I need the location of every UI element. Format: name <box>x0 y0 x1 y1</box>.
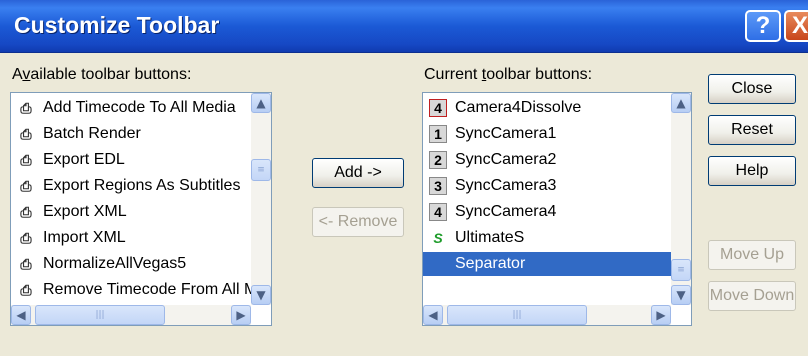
move-up-button[interactable]: Move Up <box>708 240 796 270</box>
current-list-item[interactable]: 2 SyncCamera2 <box>429 148 556 172</box>
script-icon: ⎙ <box>20 229 32 246</box>
available-list-item-label: Export XML <box>43 203 127 220</box>
move-down-button-label: Move Down <box>709 287 795 304</box>
close-button[interactable]: Close <box>708 74 796 104</box>
help-button[interactable]: Help <box>708 156 796 186</box>
available-list-item-label: NormalizeAllVegas5 <box>43 255 187 272</box>
reset-button-label: Reset <box>731 121 773 138</box>
current-list-item-label: Separator <box>455 255 526 272</box>
question-mark-icon: ? <box>755 12 771 39</box>
vertical-scroll-thumb[interactable]: ≡ <box>671 259 691 281</box>
available-buttons-label: Available toolbar buttons: <box>12 66 192 83</box>
script-icon: ⎙ <box>20 99 32 116</box>
close-button-label: Close <box>731 80 773 97</box>
available-list-item[interactable]: ⎙ Export EDL <box>17 148 125 172</box>
help-button-label: Help <box>735 162 769 179</box>
number-2-icon: 2 <box>429 151 447 169</box>
chevron-down-icon: ▼ <box>256 288 266 302</box>
reset-button[interactable]: Reset <box>708 115 796 145</box>
available-list-item[interactable]: ⎙ Remove Timecode From All M <box>17 278 257 302</box>
available-list-item[interactable]: ⎙ Import XML <box>17 226 126 250</box>
remove-button-label: <- Remove <box>318 213 398 230</box>
current-list-item-label: UltimateS <box>455 229 525 246</box>
window-title: Customize Toolbar <box>14 12 220 38</box>
scroll-down-button[interactable]: ▼ <box>251 285 271 305</box>
available-list-item[interactable]: ⎙ Batch Render <box>17 122 141 146</box>
chevron-down-icon: ▼ <box>676 288 686 302</box>
chevron-up-icon: ▲ <box>676 96 686 110</box>
scroll-left-button[interactable]: ◀ <box>11 305 31 325</box>
chevron-left-icon: ◀ <box>428 308 438 322</box>
horizontal-scroll-thumb[interactable]: ||| <box>35 305 165 325</box>
script-icon: ⎙ <box>20 281 32 298</box>
available-list-item[interactable]: ⎙ Export XML <box>17 200 127 224</box>
current-list-item-label: SyncCamera1 <box>455 125 557 142</box>
number-3-icon: 3 <box>429 177 447 195</box>
scroll-down-button[interactable]: ▼ <box>671 285 691 305</box>
current-list-vscrollbar[interactable]: ▲ ≡ ▼ <box>671 93 691 305</box>
vertical-scroll-thumb[interactable]: ≡ <box>251 159 271 181</box>
scroll-up-button[interactable]: ▲ <box>251 93 271 113</box>
ultimate-s-icon: S <box>433 230 443 246</box>
script-icon: ⎙ <box>20 255 32 272</box>
current-list-item[interactable]: Separator <box>423 252 691 276</box>
remove-button[interactable]: <- Remove <box>312 207 404 237</box>
horizontal-scroll-thumb[interactable]: ||| <box>447 305 587 325</box>
chevron-up-icon: ▲ <box>256 96 266 110</box>
current-list-item[interactable]: 3 SyncCamera3 <box>429 174 556 198</box>
script-icon: ⎙ <box>20 125 32 142</box>
available-list-item[interactable]: ⎙ NormalizeAllVegas5 <box>17 252 186 276</box>
available-list-item-label: Export EDL <box>43 151 125 168</box>
available-list-item-label: Export Regions As Subtitles <box>43 177 241 194</box>
chevron-right-icon: ▶ <box>236 308 246 322</box>
help-title-button[interactable]: ? <box>745 10 781 42</box>
available-buttons-list[interactable]: ⎙ Add Timecode To All Media ⎙ Batch Render ⎙… <box>10 92 272 326</box>
current-list-item-label: SyncCamera3 <box>455 177 557 194</box>
scroll-right-button[interactable]: ▶ <box>231 305 251 325</box>
available-list-item[interactable]: ⎙ Export Regions As Subtitles <box>17 174 240 198</box>
customize-toolbar-dialog: Customize Toolbar ? X Available toolbar … <box>0 0 808 356</box>
current-list-item[interactable]: S UltimateS <box>429 226 524 250</box>
script-icon: ⎙ <box>20 177 32 194</box>
add-button[interactable]: Add -> <box>312 158 404 188</box>
title-bar[interactable]: Customize Toolbar ? X <box>0 0 808 53</box>
current-list-item-label: SyncCamera2 <box>455 151 557 168</box>
number-1-icon: 1 <box>429 125 447 143</box>
script-icon: ⎙ <box>20 203 32 220</box>
current-list-hscrollbar[interactable]: ◀ ||| ▶ <box>423 305 671 325</box>
scroll-up-button[interactable]: ▲ <box>671 93 691 113</box>
available-list-item[interactable]: ⎙ Add Timecode To All Media <box>17 96 236 120</box>
number-4-icon: 4 <box>429 99 447 117</box>
current-list-item-label: Camera4Dissolve <box>455 99 582 116</box>
script-icon: ⎙ <box>20 151 32 168</box>
scroll-right-button[interactable]: ▶ <box>651 305 671 325</box>
chevron-left-icon: ◀ <box>16 308 26 322</box>
current-buttons-list[interactable]: 4 Camera4Dissolve 1 SyncCamera1 2 SyncCamera2… <box>422 92 692 326</box>
close-title-button[interactable]: X <box>784 10 808 42</box>
number-4-icon: 4 <box>429 203 447 221</box>
current-list-item-label: SyncCamera4 <box>455 203 557 220</box>
available-list-item-label: Add Timecode To All Media <box>43 99 236 116</box>
available-list-vscrollbar[interactable]: ▲ ≡ ▼ <box>251 93 271 305</box>
chevron-right-icon: ▶ <box>656 308 666 322</box>
available-list-item-label: Batch Render <box>43 125 141 142</box>
move-up-button-label: Move Up <box>719 246 785 263</box>
current-list-item[interactable]: 4 SyncCamera4 <box>429 200 556 224</box>
current-list-item[interactable]: 1 SyncCamera1 <box>429 122 556 146</box>
add-button-label: Add -> <box>334 164 382 181</box>
current-buttons-label: Current toolbar buttons: <box>424 66 593 83</box>
available-list-item-label: Remove Timecode From All M <box>43 281 258 298</box>
current-list-item[interactable]: 4 Camera4Dissolve <box>429 96 581 120</box>
scroll-left-button[interactable]: ◀ <box>423 305 443 325</box>
close-icon: X <box>791 12 808 39</box>
available-list-item-label: Import XML <box>43 229 126 246</box>
available-list-hscrollbar[interactable]: ◀ ||| ▶ <box>11 305 251 325</box>
move-down-button[interactable]: Move Down <box>708 281 796 311</box>
